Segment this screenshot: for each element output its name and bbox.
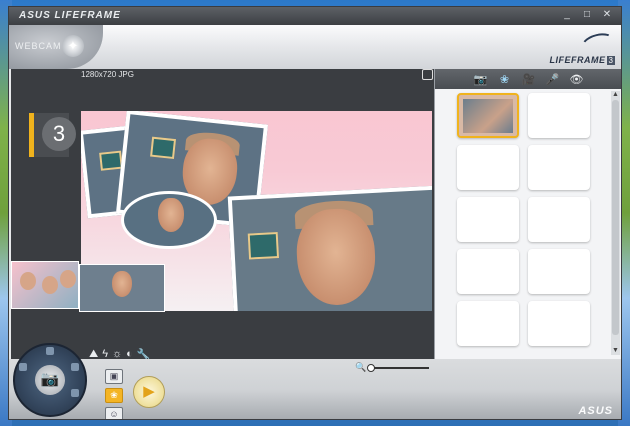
effect-thumbnail-slot[interactable] xyxy=(457,145,519,190)
cartoon-face-icon xyxy=(42,276,58,294)
effect-thumbnail-slot[interactable] xyxy=(528,301,590,346)
zoom-knob[interactable] xyxy=(367,364,375,372)
tab-microphone-icon[interactable]: 🎤 xyxy=(545,73,561,86)
scrollbar[interactable]: ▲ ▼ xyxy=(611,91,620,355)
webcam-tab[interactable]: WEBCAM ✦ xyxy=(9,25,103,69)
lifeframe-window: ASUS LIFEFRAME _ □ ✕ WEBCAM ✦ LIFEFRAME 3… xyxy=(8,6,622,420)
dial-notch xyxy=(71,363,79,371)
logo-swoosh-icon xyxy=(578,29,618,59)
face-photo xyxy=(112,271,132,297)
speech-bubble-photo xyxy=(121,191,217,249)
window-controls: _ □ ✕ xyxy=(559,9,615,22)
dial-notch xyxy=(71,389,79,397)
selected-effect-thumbnail[interactable] xyxy=(457,93,519,138)
collage-photo-frame xyxy=(227,185,432,311)
asus-footer-logo: ASUS xyxy=(578,405,613,417)
lifeframe-logo: LIFEFRAME 3 xyxy=(549,29,618,66)
maximize-button[interactable]: □ xyxy=(579,9,595,22)
close-button[interactable]: ✕ xyxy=(599,9,615,22)
scroll-up-arrow-icon[interactable]: ▲ xyxy=(611,91,620,99)
effect-category-tabs: 📷 ❀ 🎥 🎤 👁 xyxy=(435,69,621,89)
bottom-control-bar: 🔍 📷 ▣ ❀ ☺ ▶ ASUS xyxy=(9,343,621,419)
webcam-label: WEBCAM xyxy=(15,41,62,51)
collage-preview-image xyxy=(463,99,513,133)
effect-thumbnail-slot[interactable] xyxy=(457,301,519,346)
wall-painting xyxy=(247,232,280,260)
frame-thumbnail[interactable] xyxy=(11,261,79,309)
scroll-down-arrow-icon[interactable]: ▼ xyxy=(611,347,620,355)
effects-mode-button[interactable]: ❀ xyxy=(105,388,123,403)
title-bar[interactable]: ASUS LIFEFRAME _ □ ✕ xyxy=(9,7,621,25)
cartoon-face-icon xyxy=(20,272,36,290)
minimize-button[interactable]: _ xyxy=(559,9,575,22)
zoom-icon: 🔍 xyxy=(355,362,367,372)
logo-text: LIFEFRAME xyxy=(549,55,606,65)
resolution-label: 1280x720 JPG xyxy=(81,70,134,79)
sparkle-icon: ✦ xyxy=(62,35,84,57)
dial-notch xyxy=(19,363,27,371)
cartoon-face-icon xyxy=(60,270,76,288)
photo-mode-button[interactable]: ▣ xyxy=(105,369,123,384)
mode-buttons: ▣ ❀ ☺ xyxy=(105,369,123,419)
logo-version: 3 xyxy=(606,56,615,65)
capture-mode-dial[interactable]: 📷 xyxy=(13,343,87,417)
face-photo xyxy=(294,207,378,307)
zoom-track[interactable] xyxy=(369,367,429,369)
tab-frames-flower-icon[interactable]: ❀ xyxy=(497,73,513,86)
wall-painting xyxy=(99,150,123,171)
countdown-badge: 3 xyxy=(29,113,76,157)
tab-eye-icon[interactable]: 👁 xyxy=(569,73,585,86)
effect-thumbnail-grid xyxy=(457,93,590,346)
capture-camera-icon[interactable]: 📷 xyxy=(35,365,65,395)
face-photo xyxy=(158,198,184,232)
play-button[interactable]: ▶ xyxy=(133,376,165,408)
dial-notch xyxy=(46,347,54,355)
camera-preview[interactable]: 1280x720 JPG 3 ⛰ ϟ ☼ ◐ 🔧 xyxy=(11,69,434,361)
effect-thumbnail-slot[interactable] xyxy=(528,93,590,138)
face-mode-button[interactable]: ☺ xyxy=(105,407,123,419)
effect-thumbnail-slot[interactable] xyxy=(528,249,590,294)
zoom-slider[interactable]: 🔍 xyxy=(355,362,431,373)
countdown-number: 3 xyxy=(42,117,76,151)
effects-panel: 📷 ❀ 🎥 🎤 👁 ▲ ▼ xyxy=(434,69,621,359)
tab-photo-camera-icon[interactable]: 📷 xyxy=(473,73,489,86)
effect-thumbnail-slot[interactable] xyxy=(457,249,519,294)
scrollbar-thumb[interactable] xyxy=(612,100,619,335)
effect-thumbnail-slot[interactable] xyxy=(528,197,590,242)
effect-thumbnail-slot[interactable] xyxy=(457,197,519,242)
live-camera-thumbnail[interactable] xyxy=(79,264,165,312)
tab-video-camera-icon[interactable]: 🎥 xyxy=(521,73,537,86)
expand-icon[interactable] xyxy=(422,69,433,80)
effect-thumbnail-slot[interactable] xyxy=(528,145,590,190)
wall-painting xyxy=(150,136,177,160)
app-title: ASUS LIFEFRAME xyxy=(19,10,121,21)
app-header: WEBCAM ✦ LIFEFRAME 3 xyxy=(9,25,621,69)
